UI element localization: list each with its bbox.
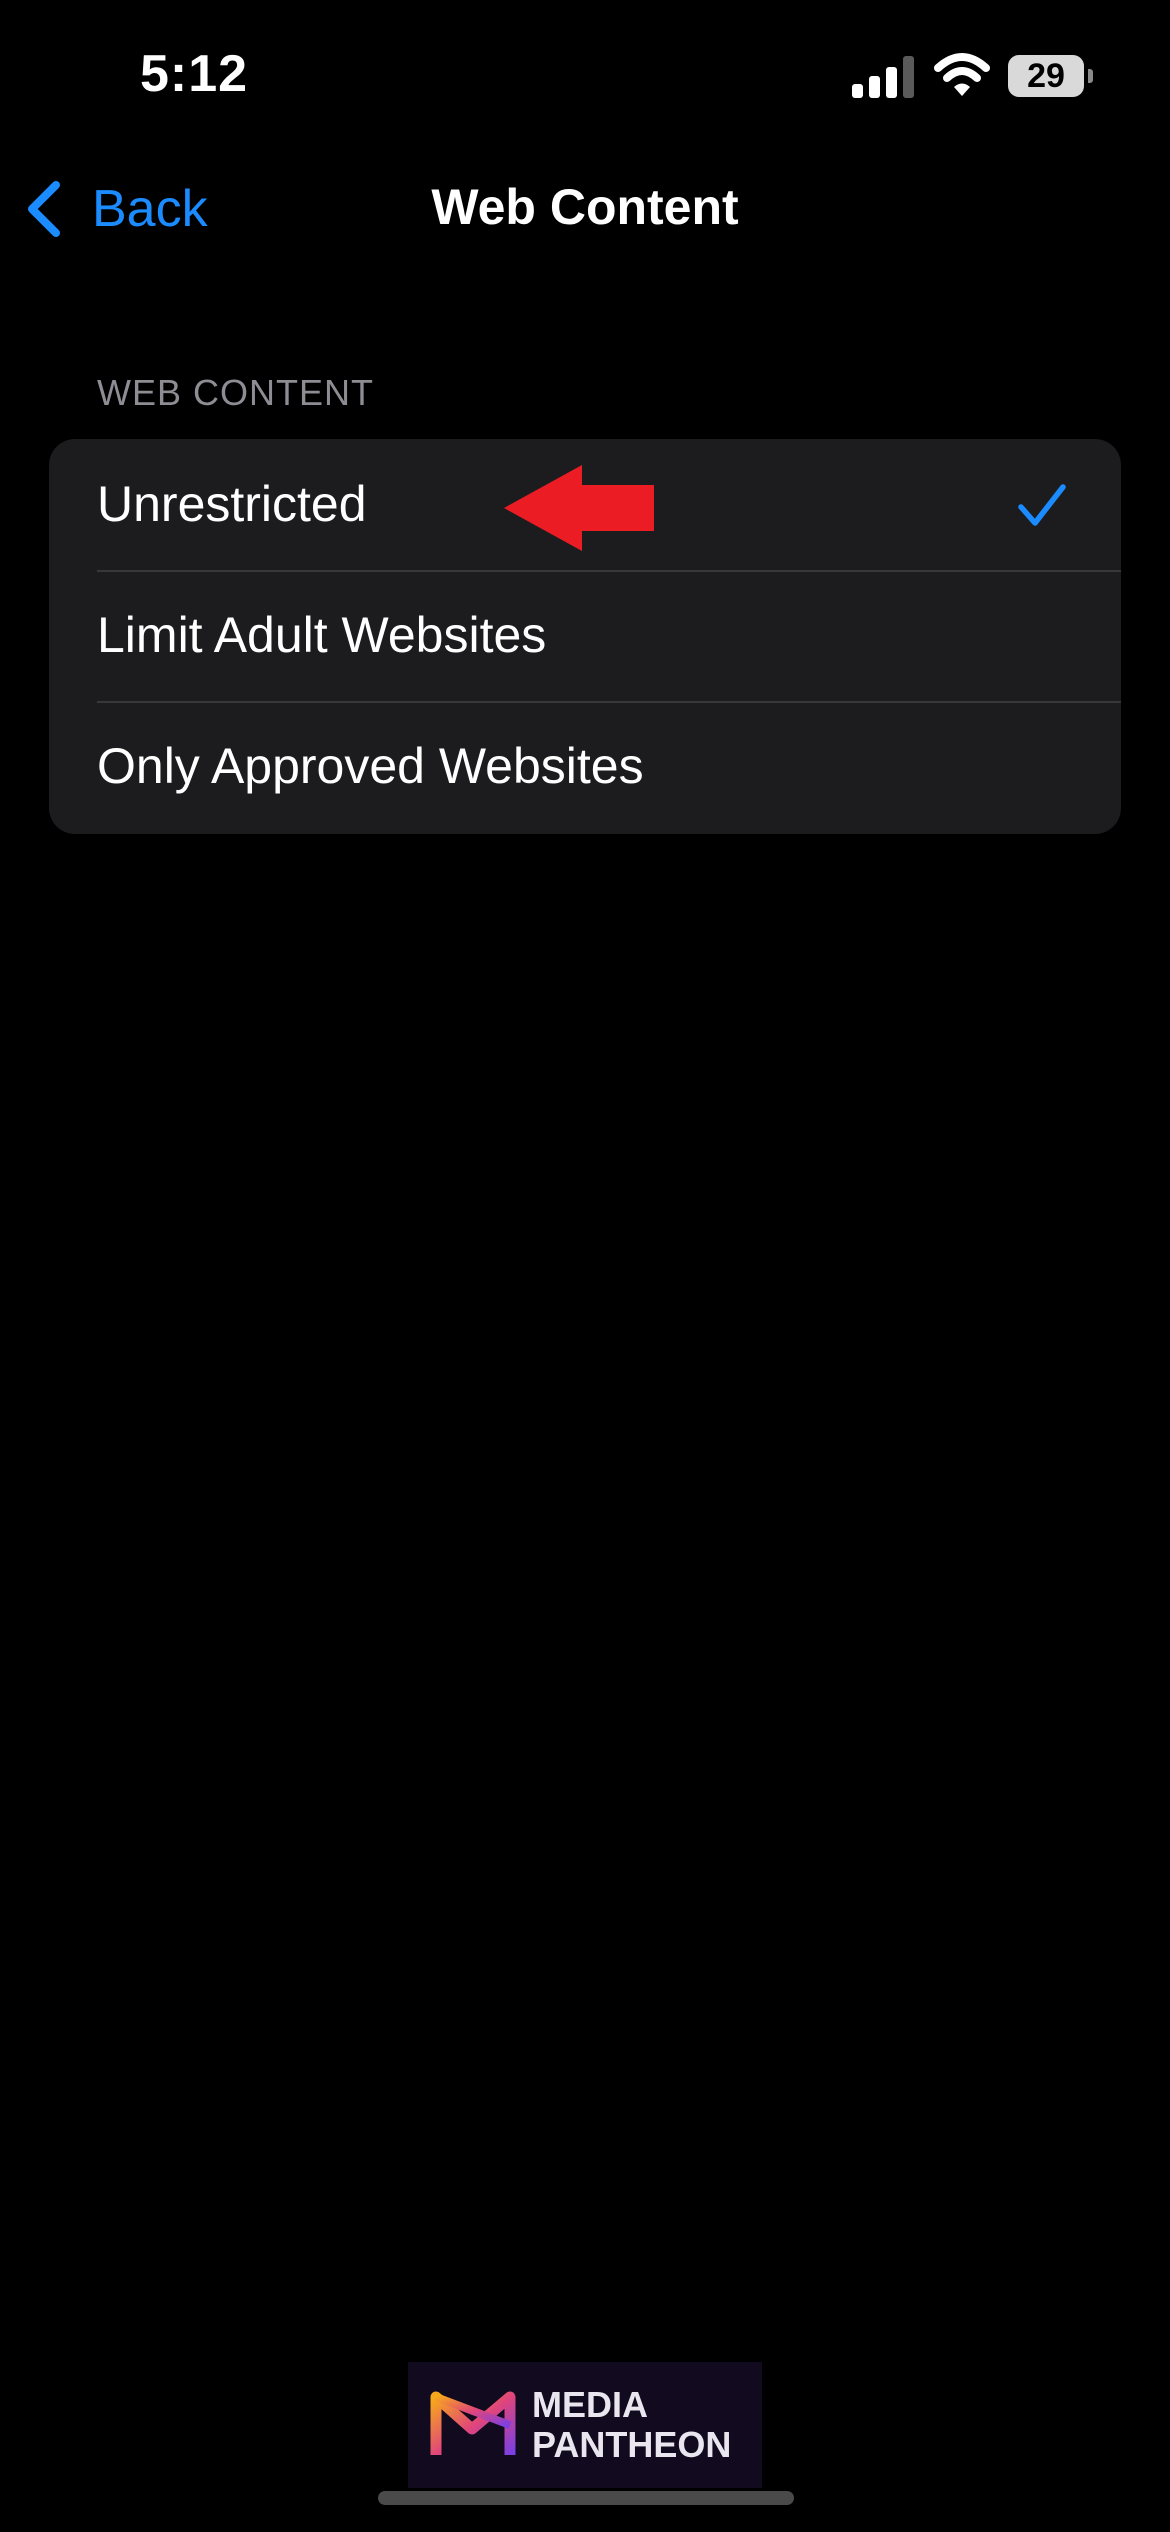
- back-label: Back: [92, 180, 208, 238]
- navigation-bar: Web Content Back: [0, 160, 1170, 260]
- option-label: Only Approved Websites: [97, 738, 644, 794]
- home-indicator[interactable]: [378, 2491, 794, 2505]
- status-time: 5:12: [140, 45, 249, 103]
- watermark-line-2: PANTHEON: [532, 2424, 732, 2465]
- watermark-text: MEDIA PANTHEON: [532, 2385, 731, 2465]
- media-pantheon-logo-icon: [430, 2391, 516, 2455]
- wifi-icon: [934, 53, 990, 96]
- section-header: WEB CONTENT: [97, 372, 374, 413]
- annotation-arrow-icon: [504, 465, 654, 551]
- battery-level: 29: [1008, 55, 1084, 97]
- media-pantheon-watermark: MEDIA PANTHEON: [408, 2362, 762, 2488]
- watermark-line-1: MEDIA: [532, 2384, 648, 2425]
- chevron-left-icon: [28, 181, 60, 237]
- option-only-approved-websites[interactable]: Only Approved Websites: [49, 701, 1121, 832]
- battery-cap: [1088, 69, 1093, 83]
- status-bar: 5:12 29: [0, 0, 1170, 150]
- back-button[interactable]: Back: [22, 174, 208, 244]
- option-label: Limit Adult Websites: [97, 607, 547, 663]
- battery-indicator: 29: [1008, 55, 1093, 97]
- option-limit-adult-websites[interactable]: Limit Adult Websites: [49, 570, 1121, 701]
- cellular-signal-icon: [852, 56, 914, 98]
- checkmark-icon: [1018, 484, 1066, 526]
- option-label: Unrestricted: [97, 476, 367, 532]
